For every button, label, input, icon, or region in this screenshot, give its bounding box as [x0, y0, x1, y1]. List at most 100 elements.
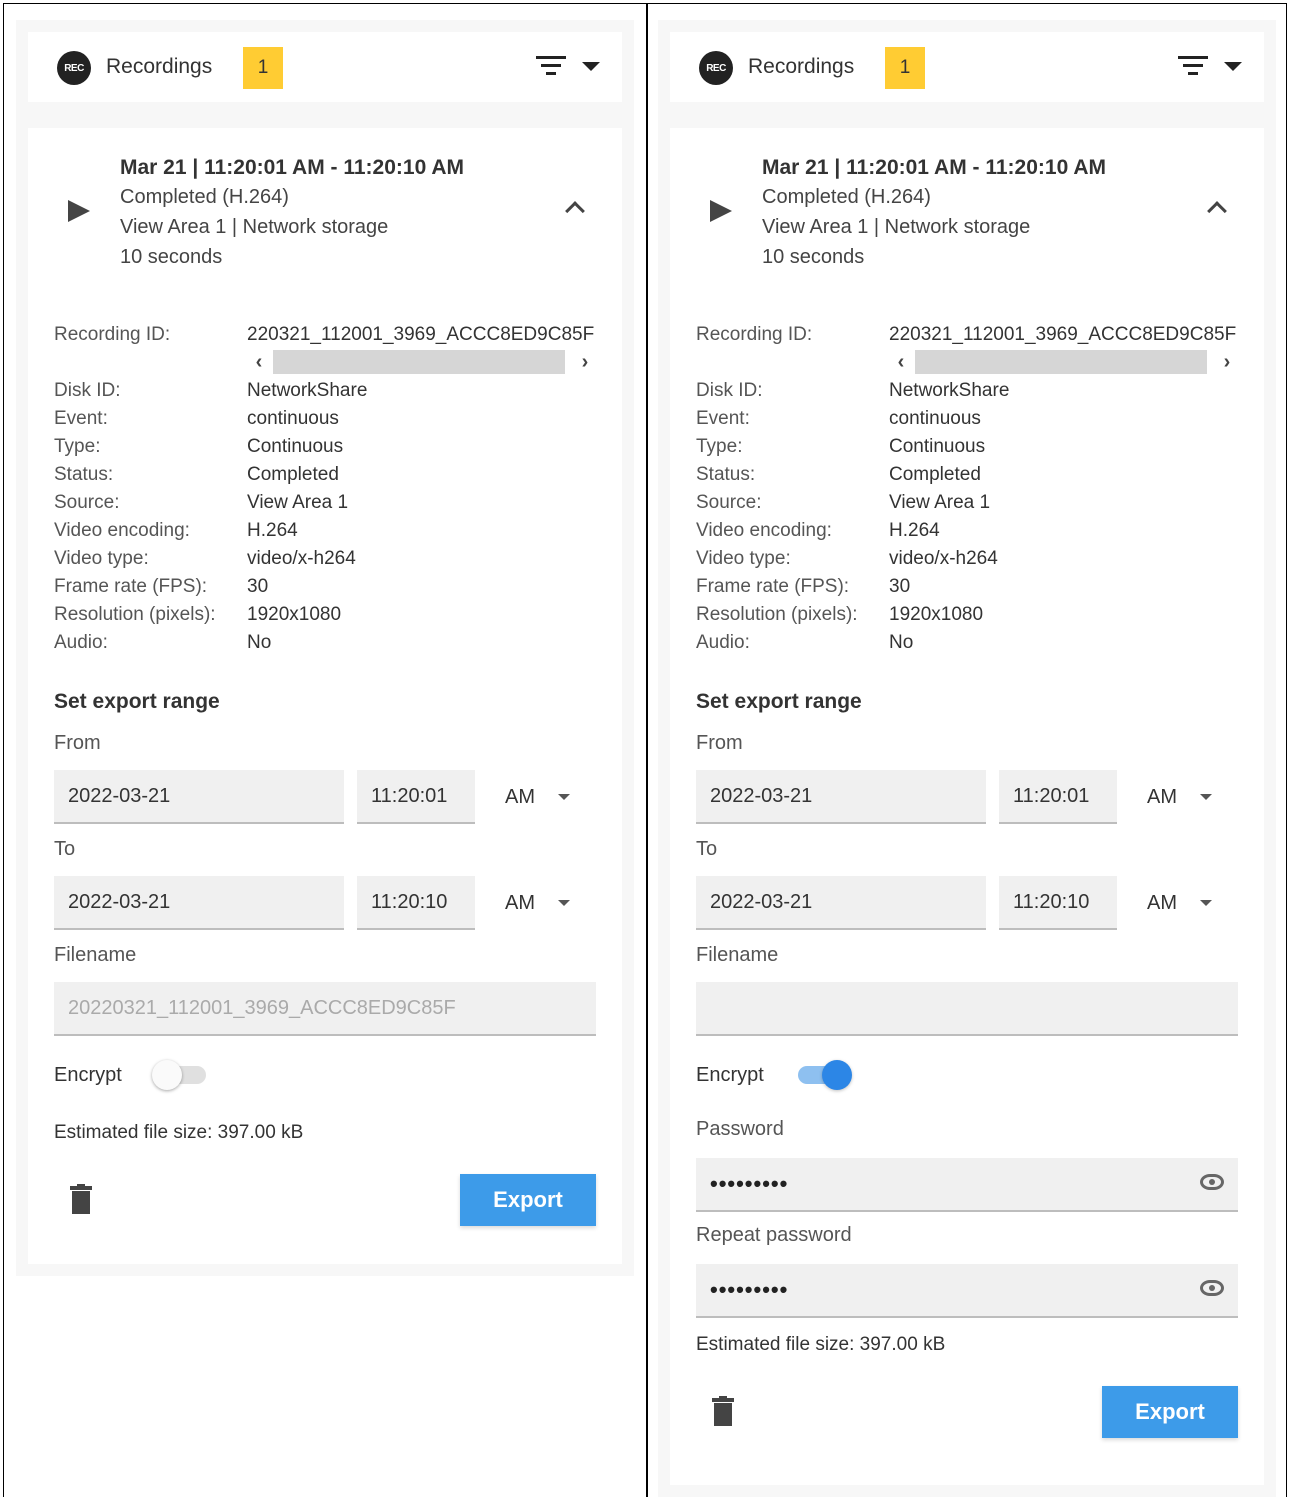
frame-border-right [1286, 3, 1287, 1497]
detail-value: 1920x1080 [247, 604, 342, 625]
recording-duration: 10 seconds [120, 246, 223, 268]
detail-value: NetworkShare [889, 380, 1010, 401]
scroll-thumb[interactable] [915, 350, 1207, 374]
detail-label: Video encoding: [54, 520, 190, 541]
detail-label: Video type: [54, 548, 149, 569]
trash-icon[interactable] [70, 1184, 92, 1214]
recording-status: Completed (H.264) [120, 186, 289, 208]
encrypt-toggle[interactable] [796, 1060, 852, 1090]
to-date-input[interactable]: 2022-03-21 [696, 876, 986, 930]
detail-value: Continuous [247, 436, 344, 457]
recordings-count-badge: 1 [243, 47, 283, 89]
to-label: To [54, 838, 76, 860]
detail-value: 30 [247, 576, 269, 597]
eye-icon[interactable] [1200, 1280, 1224, 1296]
detail-label: Event: [696, 408, 750, 429]
password-value: ••••••••• [710, 1171, 789, 1196]
frame-border-middle [646, 3, 648, 1497]
rec-icon: REC [699, 51, 733, 85]
chevron-up-icon[interactable] [565, 201, 585, 221]
export-range-title: Set export range [54, 690, 220, 713]
filename-input[interactable]: 20220321_112001_3969_ACCC8ED9C85F [54, 982, 596, 1036]
from-date-input[interactable]: 2022-03-21 [54, 770, 344, 824]
detail-value: H.264 [889, 520, 940, 541]
filter-button[interactable] [1178, 52, 1242, 82]
password-input[interactable]: ••••••••• [696, 1158, 1238, 1212]
scroll-thumb[interactable] [273, 350, 565, 374]
from-label: From [696, 732, 743, 754]
chevron-down-icon[interactable] [1200, 794, 1212, 800]
detail-label: Status: [54, 464, 114, 485]
rec-icon: REC [57, 51, 91, 85]
encrypt-toggle[interactable] [152, 1060, 208, 1090]
password-label: Password [696, 1118, 784, 1140]
recording-time-range: Mar 21 | 11:20:01 AM - 11:20:10 AM [120, 156, 464, 179]
recordings-panel-right: REC Recordings 1 Mar 21 | 11:20:01 AM - … [658, 20, 1276, 1497]
screenshot-frame: REC Recordings 1 Mar 21 | 11:20:01 AM - … [0, 0, 1290, 1497]
detail-value: No [247, 632, 272, 653]
to-label: To [696, 838, 718, 860]
toggle-knob [822, 1060, 852, 1090]
encrypt-label: Encrypt [696, 1064, 764, 1086]
repeat-password-input[interactable]: ••••••••• [696, 1264, 1238, 1318]
detail-value: NetworkShare [247, 380, 368, 401]
to-ampm-select[interactable]: AM [1147, 892, 1177, 915]
to-time-input[interactable]: 11:20:10 [999, 876, 1117, 930]
detail-value: View Area 1 [889, 492, 991, 513]
estimated-file-size: Estimated file size: 397.00 kB [54, 1122, 304, 1143]
export-button[interactable]: Export [1102, 1386, 1238, 1438]
recordings-header: REC Recordings 1 [670, 32, 1264, 102]
frame-border-left [3, 3, 4, 1497]
recording-location: View Area 1 | Network storage [762, 216, 1031, 238]
recording-summary[interactable]: Mar 21 | 11:20:01 AM - 11:20:10 AM Compl… [670, 156, 1264, 286]
from-time-input[interactable]: 11:20:01 [999, 770, 1117, 824]
scroll-right-icon[interactable]: › [1217, 348, 1237, 376]
detail-label: Recording ID: [696, 324, 813, 345]
detail-label: Source: [696, 492, 762, 513]
detail-label: Audio: [696, 632, 750, 653]
detail-label: Video encoding: [696, 520, 832, 541]
detail-value: Completed [247, 464, 339, 485]
detail-value: continuous [889, 408, 981, 429]
detail-label: Resolution (pixels): [54, 604, 216, 625]
header-title: Recordings [748, 55, 855, 78]
scroll-right-icon[interactable]: › [575, 348, 595, 376]
recording-status: Completed (H.264) [762, 186, 931, 208]
from-ampm-select[interactable]: AM [505, 786, 535, 809]
from-time-input[interactable]: 11:20:01 [357, 770, 475, 824]
recording-duration: 10 seconds [762, 246, 865, 268]
from-ampm-select[interactable]: AM [1147, 786, 1177, 809]
from-date-input[interactable]: 2022-03-21 [696, 770, 986, 824]
detail-label: Resolution (pixels): [696, 604, 858, 625]
horizontal-scrollbar[interactable]: ‹ › [889, 348, 1237, 376]
play-icon[interactable] [68, 200, 90, 222]
to-ampm-select[interactable]: AM [505, 892, 535, 915]
filter-button[interactable] [536, 52, 600, 82]
detail-value: 1920x1080 [889, 604, 984, 625]
recording-card: Mar 21 | 11:20:01 AM - 11:20:10 AM Compl… [28, 128, 622, 1264]
trash-icon[interactable] [712, 1396, 734, 1426]
scroll-left-icon[interactable]: ‹ [891, 348, 911, 376]
detail-label: Recording ID: [54, 324, 171, 345]
to-time-input[interactable]: 11:20:10 [357, 876, 475, 930]
chevron-down-icon [582, 62, 600, 71]
chevron-down-icon[interactable] [558, 794, 570, 800]
to-date-input[interactable]: 2022-03-21 [54, 876, 344, 930]
detail-value: View Area 1 [247, 492, 349, 513]
chevron-up-icon[interactable] [1207, 201, 1227, 221]
horizontal-scrollbar[interactable]: ‹ › [247, 348, 595, 376]
chevron-down-icon[interactable] [558, 900, 570, 906]
scroll-left-icon[interactable]: ‹ [249, 348, 269, 376]
detail-value: Completed [889, 464, 981, 485]
play-icon[interactable] [710, 200, 732, 222]
recording-summary[interactable]: Mar 21 | 11:20:01 AM - 11:20:10 AM Compl… [28, 156, 622, 286]
eye-icon[interactable] [1200, 1174, 1224, 1190]
detail-value: Continuous [889, 436, 986, 457]
detail-value: 30 [889, 576, 911, 597]
chevron-down-icon[interactable] [1200, 900, 1212, 906]
from-label: From [54, 732, 101, 754]
filename-input[interactable] [696, 982, 1238, 1036]
detail-value: video/x-h264 [889, 548, 998, 569]
detail-label: Status: [696, 464, 756, 485]
export-button[interactable]: Export [460, 1174, 596, 1226]
